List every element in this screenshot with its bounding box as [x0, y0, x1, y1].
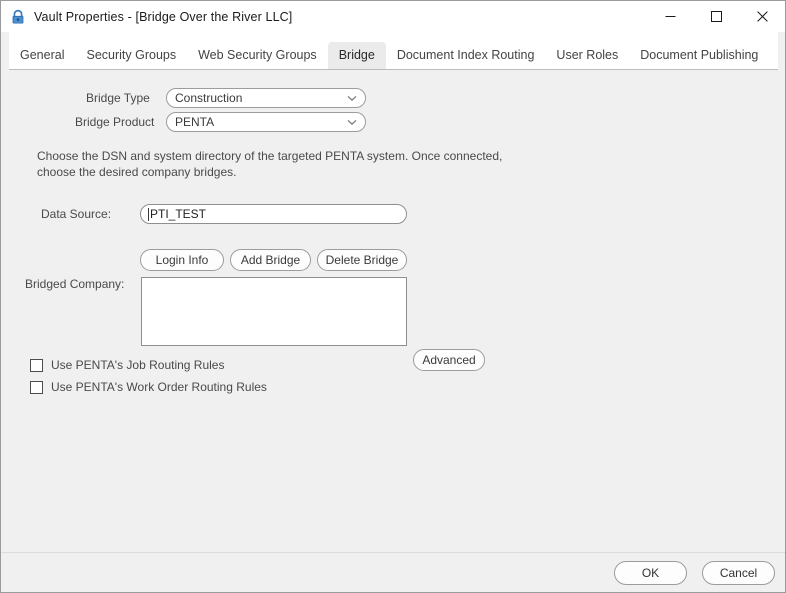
job-routing-rules-label: Use PENTA's Job Routing Rules [51, 358, 225, 372]
add-bridge-button[interactable]: Add Bridge [230, 249, 311, 271]
bridge-product-select[interactable]: PENTA [166, 112, 366, 132]
login-info-button[interactable]: Login Info [140, 249, 224, 271]
maximize-button[interactable] [693, 1, 739, 32]
tab-document-publishing[interactable]: Document Publishing [629, 42, 769, 69]
instruction-text: Choose the DSN and system directory of t… [37, 149, 503, 179]
work-order-routing-rules-checkbox-row[interactable]: Use PENTA's Work Order Routing Rules [30, 380, 267, 394]
bridged-company-list[interactable] [141, 277, 407, 346]
chevron-down-icon [343, 89, 361, 107]
tab-general[interactable]: General [9, 42, 75, 69]
tab-document-index-routing[interactable]: Document Index Routing [386, 42, 546, 69]
window-title: Vault Properties - [Bridge Over the Rive… [34, 9, 293, 24]
ok-button[interactable]: OK [614, 561, 687, 585]
bridge-type-value: Construction [175, 91, 243, 105]
text-caret [148, 207, 149, 221]
data-source-input[interactable]: PTI_TEST [140, 204, 407, 224]
data-source-label: Data Source: [41, 207, 112, 221]
bridge-type-select[interactable]: Construction [166, 88, 366, 108]
tab-list: General Security Groups Web Security Gro… [9, 37, 769, 69]
cancel-button[interactable]: Cancel [702, 561, 775, 585]
lock-icon [12, 9, 24, 23]
bridge-type-label: Bridge Type [86, 91, 150, 105]
job-routing-rules-checkbox[interactable] [30, 358, 43, 372]
job-routing-rules-checkbox-row[interactable]: Use PENTA's Job Routing Rules [30, 358, 224, 372]
work-order-routing-rules-label: Use PENTA's Work Order Routing Rules [51, 380, 267, 394]
bridge-product-label: Bridge Product [75, 115, 155, 129]
tab-user-roles[interactable]: User Roles [545, 42, 629, 69]
vault-properties-window: Vault Properties - [Bridge Over the Rive… [0, 0, 786, 593]
close-icon [756, 11, 768, 22]
close-button[interactable] [739, 1, 785, 32]
window-controls [647, 1, 785, 32]
tab-strip: General Security Groups Web Security Gro… [9, 32, 778, 69]
dialog-footer: OK Cancel [1, 552, 785, 592]
tab-web-security-groups[interactable]: Web Security Groups [187, 42, 328, 69]
minimize-button[interactable] [647, 1, 693, 32]
maximize-icon [710, 11, 722, 22]
bridge-product-value: PENTA [175, 115, 215, 129]
advanced-button[interactable]: Advanced [413, 349, 485, 371]
bridged-company-label: Bridged Company: [25, 277, 125, 291]
tab-bridge[interactable]: Bridge [327, 42, 386, 69]
tab-security-groups[interactable]: Security Groups [75, 42, 187, 69]
title-bar: Vault Properties - [Bridge Over the Rive… [1, 1, 785, 32]
work-order-routing-rules-checkbox[interactable] [30, 380, 43, 394]
minimize-icon [665, 16, 675, 17]
data-source-value: PTI_TEST [150, 207, 207, 221]
delete-bridge-button[interactable]: Delete Bridge [317, 249, 407, 271]
chevron-down-icon [343, 113, 361, 131]
bridge-tab-panel: Bridge Type Construction Bridge Product … [1, 70, 785, 552]
